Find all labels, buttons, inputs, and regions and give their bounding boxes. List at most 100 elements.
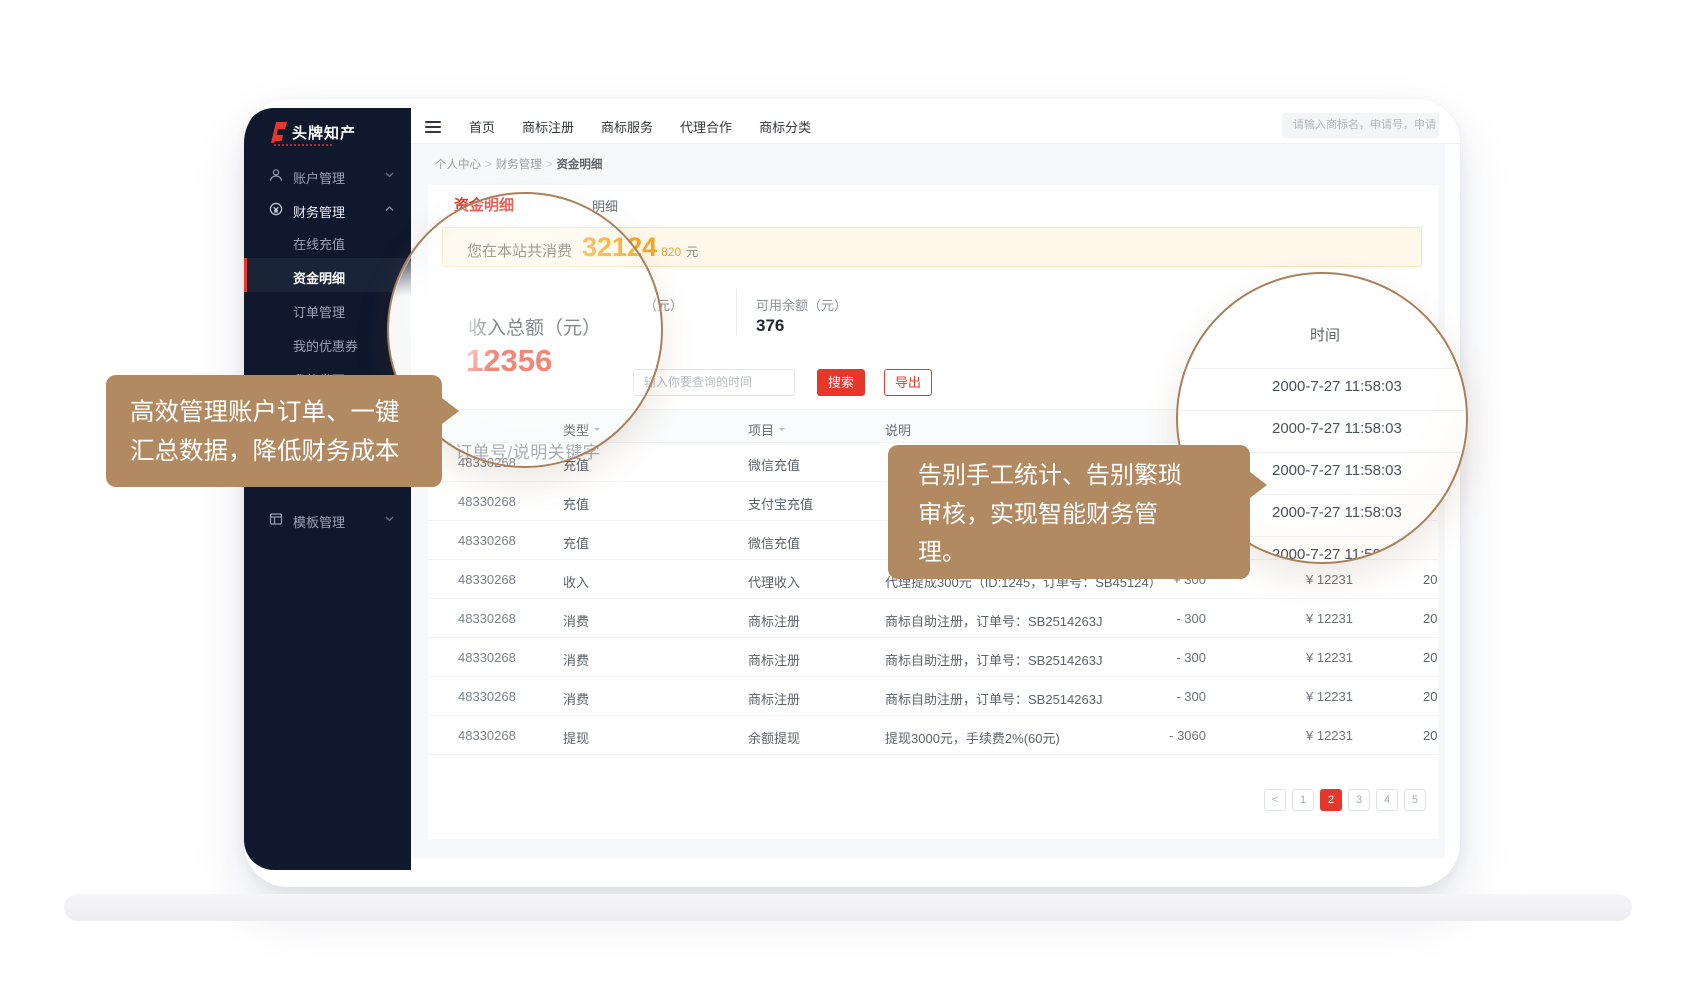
table-cell: 48330268	[458, 494, 516, 509]
banner-amount-small: 820	[661, 245, 681, 259]
banner-amount: 32124	[582, 232, 657, 262]
table-cell: 消费	[563, 689, 589, 708]
sidebar-subitem-label: 订单管理	[293, 302, 345, 321]
pagination-page-button[interactable]: 4	[1376, 789, 1398, 811]
table-cell: 48330268	[458, 728, 516, 743]
table-cell: 48330268	[458, 533, 516, 548]
column-header[interactable]: 类型	[563, 420, 600, 439]
table-cell: 48330268	[458, 650, 516, 665]
logo-icon	[268, 121, 288, 143]
pagination-page-button[interactable]: 5	[1404, 789, 1426, 811]
topnav-item[interactable]: 首页	[469, 117, 495, 136]
sidebar-subitem-label: 在线充值	[293, 234, 345, 253]
sidebar-subitem[interactable]: 资金明细	[244, 258, 411, 292]
topnav-item[interactable]: 商标服务	[601, 117, 653, 136]
table-cell: ¥ 12231	[1306, 650, 1353, 665]
breadcrumb-separator: >	[485, 159, 492, 171]
table-cell: 充值	[563, 455, 589, 474]
sidebar-item-template[interactable]: 模板管理	[244, 502, 411, 536]
banner-prefix: 您在本站共消费	[467, 243, 572, 260]
banner-unit: 元	[686, 245, 698, 259]
tooltip-line: 汇总数据，降低财务成本	[130, 433, 420, 472]
table-row: 48330268消费商标注册商标自助注册，订单号：SB2514263J- 300…	[428, 677, 1438, 716]
table-cell: ¥ 12231	[1306, 728, 1353, 743]
sidebar-subitem-label: 资金明细	[293, 268, 345, 287]
table-row: 48330268提现余额提现提现3000元，手续费2%(60元)- 3060¥ …	[428, 716, 1438, 755]
breadcrumb-item[interactable]: 资金明细	[556, 159, 602, 171]
topnav-items: 首页 商标注册 商标服务 代理合作 商标分类	[469, 108, 811, 144]
table-cell: 充值	[563, 533, 589, 552]
secondary-tab[interactable]: 明细	[592, 196, 618, 215]
sidebar-subitem-label: 我的优惠券	[293, 336, 358, 355]
menu-icon[interactable]	[425, 121, 441, 136]
available-balance-label: 可用余额（元）	[756, 295, 847, 314]
pagination-page-button[interactable]: 1	[1292, 789, 1314, 811]
table-cell: 微信充值	[748, 533, 800, 552]
sidebar-subitem[interactable]: 我的优惠券	[244, 326, 411, 360]
topnav-item[interactable]: 商标分类	[759, 117, 811, 136]
sidebar-item-account[interactable]: 账户管理	[244, 158, 411, 192]
table-cell: 支付宝充值	[748, 494, 813, 513]
table-cell: 2000-7-27 11:58:03	[1423, 728, 1438, 743]
column-header[interactable]: 项目	[748, 420, 785, 439]
logo: 头牌知产	[268, 121, 356, 143]
topnav-item[interactable]: 代理合作	[680, 117, 732, 136]
consumption-banner: 您在本站共消费 32124 820 元	[442, 227, 1422, 267]
search-button[interactable]: 搜索	[817, 369, 865, 396]
table-cell: 48330268	[458, 572, 516, 587]
tooltip-line: 告别手工统计、告别繁琐	[918, 457, 1230, 496]
sort-caret-icon[interactable]	[594, 428, 600, 434]
sidebar-subitem[interactable]: 在线充值	[244, 224, 411, 258]
table-cell: 48330268	[458, 611, 516, 626]
sidebar: 头牌知产 账户管理 财务管理 在线充值资金明细订单管理我的优惠券我的发票 模板管…	[244, 108, 411, 870]
lens-time-value: 2000-7-27 11:58:03	[1272, 378, 1402, 395]
pagination: <12345	[1264, 789, 1426, 811]
tooltip-right: 告别手工统计、告别繁琐审核，实现智能财务管理。	[888, 445, 1250, 579]
table-cell: 消费	[563, 611, 589, 630]
sidebar-item-label: 财务管理	[293, 202, 345, 221]
tooltip-line: 审核，实现智能财务管	[918, 496, 1230, 535]
stat-divider	[736, 289, 737, 335]
sort-caret-icon[interactable]	[779, 428, 785, 434]
search-input[interactable]: 请输入商标名，申请号，申请人	[1282, 113, 1439, 138]
sidebar-finance-children: 在线充值资金明细订单管理我的优惠券我的发票	[244, 224, 411, 394]
tooltip-line: 理。	[918, 534, 1230, 573]
table-cell: 消费	[563, 650, 589, 669]
breadcrumb-separator: >	[546, 159, 553, 171]
sidebar-item-finance[interactable]: 财务管理	[244, 192, 411, 226]
pagination-page-button[interactable]: 3	[1348, 789, 1370, 811]
date-query-input[interactable]: 输入你要查询的时间	[633, 369, 795, 396]
topnav-item[interactable]: 商标注册	[522, 117, 574, 136]
breadcrumb-item[interactable]: 个人中心	[435, 159, 481, 171]
export-button[interactable]: 导出	[884, 369, 932, 396]
time-column-header: 时间	[1310, 324, 1340, 345]
table-cell: - 300	[1176, 689, 1206, 704]
table-cell: 收入	[563, 572, 589, 591]
lens-time-value: 2000-7-27 11:58:03	[1272, 546, 1402, 563]
breadcrumb-item[interactable]: 财务管理	[496, 159, 542, 171]
table-cell: 48330268	[458, 455, 516, 470]
laptop-base	[64, 894, 1632, 921]
chevron-down-icon	[385, 516, 394, 522]
table-cell: ¥ 12231	[1306, 611, 1353, 626]
table-cell: 微信充值	[748, 455, 800, 474]
brand-name: 头牌知产	[292, 122, 356, 143]
table-cell: - 300	[1176, 650, 1206, 665]
middle-stat-label: （元）	[644, 295, 683, 314]
table-cell: ¥ 12231	[1306, 572, 1353, 587]
table-cell: 代理收入	[748, 572, 800, 591]
pagination-prev-button[interactable]: <	[1264, 789, 1286, 811]
sidebar-subitem[interactable]: 订单管理	[244, 292, 411, 326]
table-cell: 商标自助注册，订单号：SB2514263J	[885, 611, 1102, 630]
table-cell: 余额提现	[748, 728, 800, 747]
topbar: 首页 商标注册 商标服务 代理合作 商标分类 请输入商标名，申请号，申请人	[411, 108, 1460, 144]
lens-time-value: 2000-7-27 11:58:03	[1272, 462, 1402, 479]
table-cell: ¥ 12231	[1306, 689, 1353, 704]
table-cell: 2000-7-27 11:58:03	[1423, 611, 1438, 626]
pagination-page-button[interactable]: 2	[1320, 789, 1342, 811]
income-total-value: 12356	[466, 343, 552, 379]
available-balance-value: 376	[756, 316, 784, 336]
tooltip-left: 高效管理账户订单、一键汇总数据，降低财务成本	[106, 375, 442, 487]
lens-row-divider	[1178, 368, 1468, 369]
table-cell: 提现3000元，手续费2%(60元)	[885, 728, 1060, 747]
